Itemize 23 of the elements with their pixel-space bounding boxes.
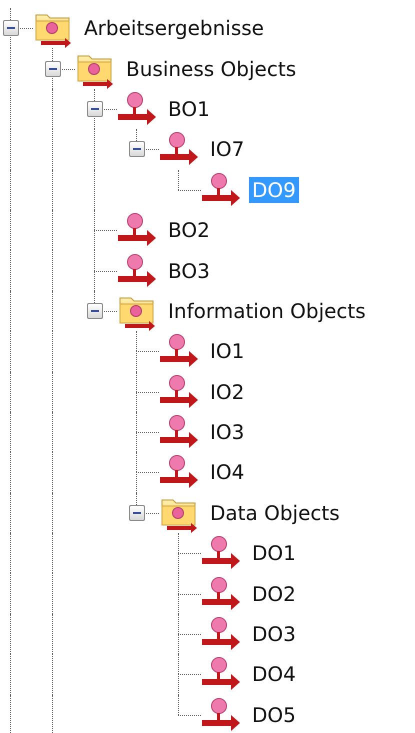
tree-item-label[interactable]: Arbeitsergebnisse bbox=[81, 15, 267, 42]
tree-item-label[interactable]: IO3 bbox=[207, 419, 248, 446]
collapse-button[interactable] bbox=[45, 60, 61, 77]
tree-item-label[interactable]: Business Objects bbox=[123, 56, 300, 82]
tree-item-label[interactable]: IO4 bbox=[207, 459, 248, 486]
tree-item-label[interactable]: BO2 bbox=[165, 217, 213, 244]
collapse-button[interactable] bbox=[3, 20, 19, 36]
tree-item-label[interactable]: DO1 bbox=[249, 540, 299, 566]
tree-item-label[interactable]: BO3 bbox=[165, 258, 213, 284]
tree-item-label[interactable]: IO1 bbox=[207, 338, 248, 364]
tree-item-label[interactable]: DO3 bbox=[249, 621, 299, 648]
tree-item-label[interactable]: DO4 bbox=[249, 661, 299, 688]
collapse-button[interactable] bbox=[129, 504, 145, 521]
tree-item-label[interactable]: DO2 bbox=[249, 580, 299, 607]
tree-item-label[interactable]: IO7 bbox=[207, 136, 248, 162]
collapse-button[interactable] bbox=[87, 302, 103, 319]
tree-item-label[interactable]: Data Objects bbox=[207, 500, 343, 526]
collapse-button[interactable] bbox=[87, 100, 103, 117]
collapse-button[interactable] bbox=[129, 141, 145, 158]
tree-item-label[interactable]: BO1 bbox=[165, 96, 213, 122]
tree-item-label[interactable]: DO5 bbox=[249, 702, 299, 728]
tree-item-label[interactable]: Information Objects bbox=[165, 298, 369, 324]
tree-item-label[interactable]: IO2 bbox=[207, 378, 248, 405]
